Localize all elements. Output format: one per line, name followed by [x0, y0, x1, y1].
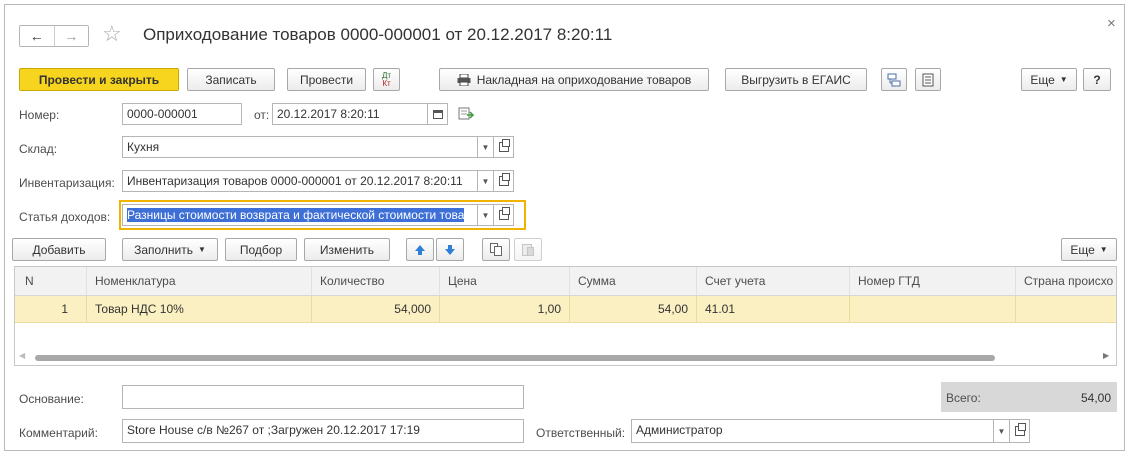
help-button[interactable]: ?	[1083, 68, 1111, 91]
table-more-label: Еще	[1070, 242, 1095, 257]
warehouse-field[interactable]: Кухня	[122, 136, 478, 158]
responsible-label: Ответственный:	[536, 426, 626, 440]
warehouse-label: Склад:	[19, 142, 58, 156]
cell-item: Товар НДС 10%	[87, 296, 312, 322]
income-item-field[interactable]: Разницы стоимости возврата и фактической…	[122, 204, 478, 226]
warehouse-open-icon[interactable]	[494, 136, 514, 158]
table-header: N Номенклатура Количество Цена Сумма Сче…	[15, 267, 1116, 296]
inventory-field[interactable]: Инвентаризация товаров 0000-000001 от 20…	[122, 170, 478, 192]
column-header-n[interactable]: N	[15, 267, 87, 295]
printer-icon	[457, 73, 471, 86]
table-row[interactable]: 1 Товар НДС 10% 54,000 1,00 54,00 41.01	[15, 296, 1116, 323]
chevron-down-icon: ▼	[1059, 75, 1068, 84]
export-egais-button[interactable]: Выгрузить в ЕГАИС	[725, 68, 867, 91]
back-icon[interactable]: ←	[20, 26, 55, 46]
document-status-icon[interactable]	[458, 107, 475, 124]
warehouse-dropdown-icon[interactable]: ▼	[478, 136, 494, 158]
add-row-button[interactable]: Добавить	[12, 238, 106, 261]
column-header-country[interactable]: Страна происхо	[1016, 267, 1116, 295]
column-header-price[interactable]: Цена	[440, 267, 570, 295]
more-menu-button[interactable]: Еще ▼	[1021, 68, 1077, 91]
responsible-field[interactable]: Администратор	[631, 419, 994, 443]
column-header-quantity[interactable]: Количество	[312, 267, 440, 295]
copy-rows-icon[interactable]	[482, 238, 510, 261]
forward-icon[interactable]: →	[55, 26, 89, 46]
basis-field[interactable]	[122, 385, 524, 409]
cell-country	[1016, 296, 1116, 322]
close-icon[interactable]: ×	[1107, 15, 1116, 32]
comment-label: Комментарий:	[19, 426, 98, 440]
page-title: Оприходование товаров 0000-000001 от 20.…	[143, 25, 613, 44]
cell-sum: 54,00	[570, 296, 697, 322]
cell-gtd	[850, 296, 1016, 322]
cell-quantity: 54,000	[312, 296, 440, 322]
cell-price: 1,00	[440, 296, 570, 322]
inventory-label: Инвентаризация:	[19, 176, 115, 190]
column-header-gtd[interactable]: Номер ГТД	[850, 267, 1016, 295]
move-down-icon[interactable]	[436, 238, 464, 261]
scroll-right-icon[interactable]: ▶	[1103, 351, 1109, 360]
income-item-selected-text: Разницы стоимости возврата и фактической…	[127, 208, 465, 222]
total-value: 54,00	[1080, 391, 1111, 405]
column-header-account[interactable]: Счет учета	[697, 267, 850, 295]
basis-label: Основание:	[19, 392, 84, 406]
chevron-down-icon: ▼	[1099, 245, 1108, 254]
more-menu-label: Еще	[1030, 72, 1055, 87]
income-item-open-icon[interactable]	[494, 204, 514, 226]
change-button[interactable]: Изменить	[304, 238, 390, 261]
inventory-open-icon[interactable]	[494, 170, 514, 192]
number-label: Номер:	[19, 108, 60, 122]
nav-buttons: ← →	[19, 25, 89, 47]
pick-button[interactable]: Подбор	[225, 238, 297, 261]
document-window: ← → ☆ Оприходование товаров 0000-000001 …	[4, 4, 1125, 451]
income-item-dropdown-icon[interactable]: ▼	[478, 204, 494, 226]
date-label: от:	[254, 108, 270, 122]
fill-label: Заполнить	[134, 242, 193, 257]
responsible-open-icon[interactable]	[1010, 419, 1030, 443]
save-button[interactable]: Записать	[187, 68, 275, 91]
comment-field[interactable]: Store House с/в №267 от ;Загружен 20.12.…	[122, 419, 524, 443]
print-invoice-label: Накладная на оприходование товаров	[476, 72, 692, 87]
inventory-dropdown-icon[interactable]: ▼	[478, 170, 494, 192]
column-header-item[interactable]: Номенклатура	[87, 267, 312, 295]
chevron-down-icon: ▼	[198, 245, 206, 254]
goods-table: N Номенклатура Количество Цена Сумма Сче…	[14, 266, 1117, 366]
favorite-star-icon[interactable]: ☆	[102, 21, 122, 47]
move-up-icon[interactable]	[406, 238, 434, 261]
income-item-label: Статья доходов:	[19, 210, 111, 224]
calendar-icon[interactable]	[428, 103, 448, 125]
scrollbar-thumb[interactable]	[35, 355, 995, 361]
print-invoice-button[interactable]: Накладная на оприходование товаров	[439, 68, 709, 91]
horizontal-scrollbar[interactable]: ◀ ▶	[15, 351, 1116, 365]
paste-rows-icon[interactable]	[514, 238, 542, 261]
kt-label: Кт	[382, 78, 391, 88]
scroll-left-icon[interactable]: ◀	[19, 351, 25, 360]
report-icon[interactable]	[915, 68, 941, 91]
table-more-button[interactable]: Еще ▼	[1061, 238, 1117, 261]
dt-kt-button[interactable]: Дт Кт	[373, 68, 400, 91]
cell-n: 1	[15, 296, 87, 322]
total-panel: Всего: 54,00	[941, 382, 1117, 412]
post-and-close-button[interactable]: Провести и закрыть	[19, 68, 179, 91]
date-field[interactable]: 20.12.2017 8:20:11	[272, 103, 428, 125]
responsible-dropdown-icon[interactable]: ▼	[994, 419, 1010, 443]
cell-account: 41.01	[697, 296, 850, 322]
number-field[interactable]: 0000-000001	[122, 103, 242, 125]
post-button[interactable]: Провести	[287, 68, 366, 91]
structure-icon[interactable]	[881, 68, 907, 91]
fill-button[interactable]: Заполнить ▼	[122, 238, 218, 261]
total-label: Всего:	[946, 391, 981, 405]
column-header-sum[interactable]: Сумма	[570, 267, 697, 295]
